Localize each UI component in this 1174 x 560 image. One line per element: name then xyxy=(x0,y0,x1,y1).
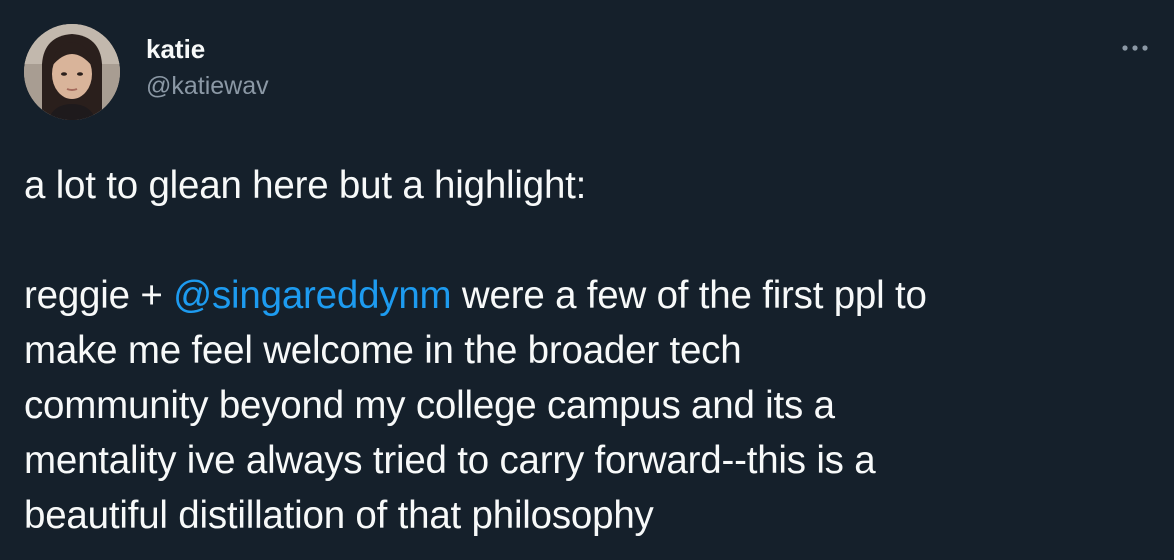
tweet-text: a lot to glean here but a highlight: reg… xyxy=(24,158,1154,543)
tweet-text-line: reggie + @singareddynm were a few of the… xyxy=(24,268,1154,323)
author-handle[interactable]: @katiewav xyxy=(146,68,269,104)
tweet-text-line: mentality ive always tried to carry forw… xyxy=(24,439,876,482)
tweet-text-line: a lot to glean here but a highlight: xyxy=(24,164,587,207)
more-horizontal-icon xyxy=(1122,45,1148,51)
mention-link[interactable]: @singareddynm xyxy=(173,274,452,317)
tweet-text-line: make me feel welcome in the broader tech xyxy=(24,329,742,372)
tweet-text-segment: reggie + xyxy=(24,274,174,317)
tweet-text-line: beautiful distillation of that philosoph… xyxy=(24,494,654,537)
tweet-text-line: community beyond my college campus and i… xyxy=(24,384,835,427)
avatar[interactable] xyxy=(24,24,120,120)
author-display-name[interactable]: katie xyxy=(146,32,269,66)
tweet-text-segment: were a few of the first ppl to xyxy=(451,274,927,317)
author-info: katie @katiewav xyxy=(146,32,269,104)
tweet-card: katie @katiewav a lot to glean here but … xyxy=(0,0,1174,560)
more-options-button[interactable] xyxy=(1118,36,1152,60)
avatar-image xyxy=(24,24,120,120)
